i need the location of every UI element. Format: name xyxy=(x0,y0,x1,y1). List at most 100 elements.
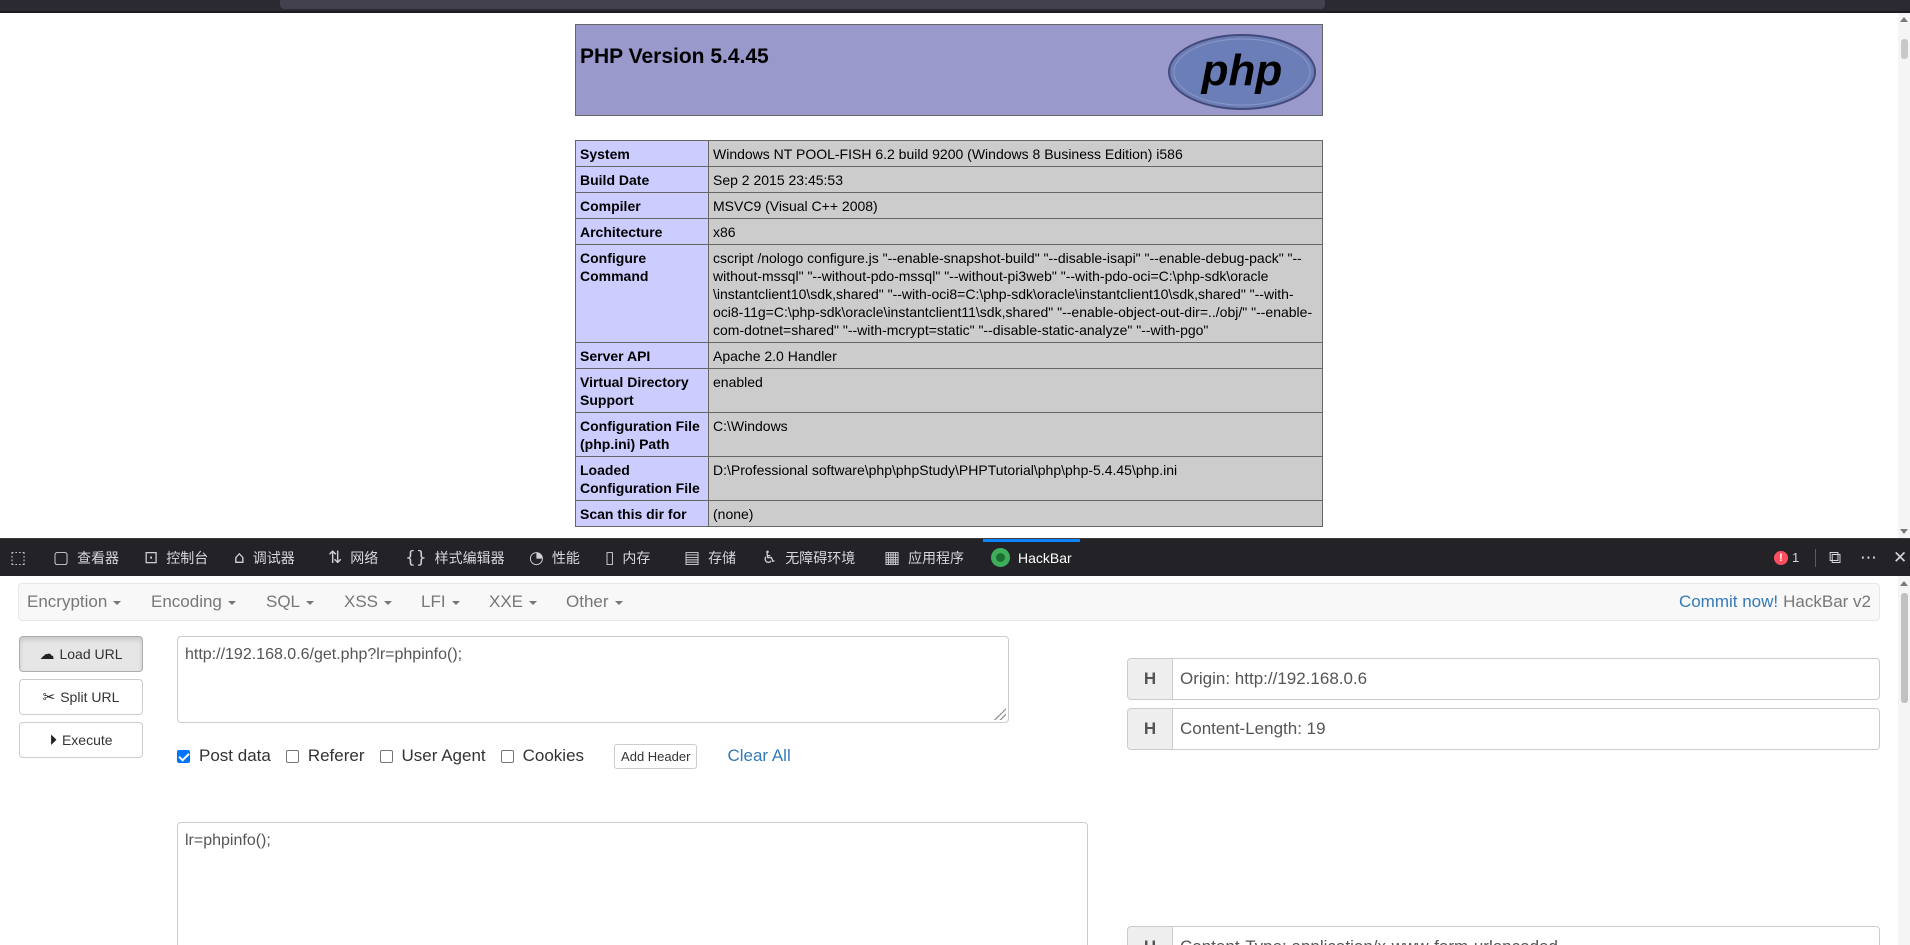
execute-button[interactable]: ⏵ Execute xyxy=(19,722,143,758)
commit-area: Commit now! HackBar v2 xyxy=(1679,584,1871,620)
info-label: Compiler xyxy=(575,192,709,219)
php-logo: php xyxy=(1168,34,1316,110)
scroll-up-arrow[interactable] xyxy=(1900,17,1908,22)
memory-icon: ▯ xyxy=(605,547,615,568)
tab-label: 样式编辑器 xyxy=(434,549,505,566)
split-url-button[interactable]: ✂ Split URL xyxy=(19,679,143,715)
post-data-option[interactable]: Post data xyxy=(177,746,271,766)
header-value-input[interactable]: Content-Length: 19 xyxy=(1172,708,1880,750)
post-data-checkbox[interactable] xyxy=(177,749,190,763)
tab-label: 内存 xyxy=(622,549,651,566)
tab-label: 存储 xyxy=(708,549,737,566)
commit-now-link[interactable]: Commit now! xyxy=(1679,592,1778,612)
menu-encryption[interactable]: Encryption xyxy=(27,584,122,620)
referer-checkbox[interactable] xyxy=(285,749,299,763)
info-value: Sep 2 2015 23:45:53 xyxy=(708,166,1323,193)
clear-all-link[interactable]: Clear All xyxy=(727,746,790,766)
close-icon[interactable]: ✕ xyxy=(1893,539,1907,576)
tab-performance[interactable]: ◔ 性能 xyxy=(529,539,580,576)
info-row: Build Date Sep 2 2015 23:45:53 xyxy=(575,166,1323,193)
menu-other[interactable]: Other xyxy=(566,584,623,620)
hackbar-version: HackBar v2 xyxy=(1783,592,1871,611)
header-toggle[interactable]: H xyxy=(1127,926,1172,945)
info-value: cscript /nologo configure.js "--enable-s… xyxy=(708,244,1323,343)
scroll-up-arrow[interactable] xyxy=(1900,581,1908,586)
info-row: Server API Apache 2.0 Handler xyxy=(575,342,1323,369)
info-label: Server API xyxy=(575,342,709,369)
info-value: MSVC9 (Visual C++ 2008) xyxy=(708,192,1323,219)
phpinfo-page: PHP Version 5.4.45 php System Windows NT … xyxy=(0,13,1898,538)
hackbar-panel: Encryption Encoding SQL XSS LFI XXE Othe… xyxy=(0,576,1910,945)
accessibility-icon: ♿ xyxy=(762,547,778,568)
caret-down-icon xyxy=(227,601,236,605)
tab-storage[interactable]: ▤ 存储 xyxy=(684,539,736,576)
user-agent-checkbox[interactable] xyxy=(379,749,393,763)
tab-label: 调试器 xyxy=(252,549,295,566)
info-label: Virtual Directory Support xyxy=(575,368,709,413)
more-options-icon[interactable]: ⋯ xyxy=(1860,539,1877,576)
info-value: x86 xyxy=(708,218,1323,245)
play-icon: ⏵ xyxy=(49,731,57,749)
header-value-input[interactable]: Origin: http://192.168.0.6 xyxy=(1172,658,1880,700)
hackbar-scrollbar[interactable] xyxy=(1898,576,1910,945)
application-icon: ▦ xyxy=(884,547,901,568)
page-scrollbar[interactable] xyxy=(1898,13,1910,538)
php-version-title: PHP Version 5.4.45 xyxy=(580,45,769,68)
tab-inspector[interactable]: ▢ 查看器 xyxy=(53,539,119,576)
tab-hackbar[interactable]: HackBar xyxy=(983,539,1080,576)
menu-xss[interactable]: XSS xyxy=(344,584,393,620)
user-agent-option[interactable]: User Agent xyxy=(379,746,486,766)
tab-console[interactable]: ⊡ 控制台 xyxy=(144,539,208,576)
tab-debugger[interactable]: ⌂ 调试器 xyxy=(234,539,295,576)
info-row: Architecture x86 xyxy=(575,218,1323,245)
tab-style-editor[interactable]: {} 样式编辑器 xyxy=(405,539,505,576)
cookies-checkbox[interactable] xyxy=(500,749,514,763)
header-toggle[interactable]: H xyxy=(1127,708,1172,750)
header-row-content-type: H Content-Type: application/x-www-form-u… xyxy=(1127,926,1880,945)
menu-encoding[interactable]: Encoding xyxy=(151,584,236,620)
devtools-toolbar: ⬚ ▢ 查看器 ⊡ 控制台 ⌂ 调试器 ⇅ 网络 {} 样式编辑器 ◔ 性能 ▯… xyxy=(0,538,1910,576)
tab-accessibility[interactable]: ♿ 无障碍环境 xyxy=(762,539,855,576)
caret-down-icon xyxy=(529,601,538,605)
tab-label: 应用程序 xyxy=(908,549,965,566)
post-data-input[interactable]: lr=phpinfo(); xyxy=(177,822,1088,945)
tab-label: 性能 xyxy=(551,549,580,566)
scroll-down-arrow[interactable] xyxy=(1900,529,1908,534)
info-row: System Windows NT POOL-FISH 6.2 build 920… xyxy=(575,140,1323,167)
header-value-input[interactable]: Content-Type: application/x-www-form-url… xyxy=(1172,926,1880,945)
tab-memory[interactable]: ▯ 内存 xyxy=(605,539,650,576)
info-value: Windows NT POOL-FISH 6.2 build 9200 (Win… xyxy=(708,140,1323,167)
scroll-thumb[interactable] xyxy=(1901,39,1908,59)
browser-tab-strip xyxy=(280,0,1325,9)
menu-xxe[interactable]: XXE xyxy=(489,584,538,620)
load-url-button[interactable]: ☁ Load URL xyxy=(19,636,143,672)
menu-sql[interactable]: SQL xyxy=(266,584,315,620)
info-value: enabled xyxy=(708,368,1323,413)
tab-label: 查看器 xyxy=(77,549,120,566)
info-label: Loaded Configuration File xyxy=(575,456,709,501)
caret-down-icon xyxy=(306,601,315,605)
info-row: Virtual Directory Support enabled xyxy=(575,368,1323,413)
tab-application[interactable]: ▦ 应用程序 xyxy=(884,539,964,576)
tab-label: 无障碍环境 xyxy=(785,549,856,566)
info-row: Loaded Configuration File D:\Professional… xyxy=(575,456,1323,501)
info-value: D:\Professional software\php\phpStudy\PH… xyxy=(708,456,1323,501)
network-icon: ⇅ xyxy=(328,547,343,568)
header-toggle[interactable]: H xyxy=(1127,658,1172,700)
referer-option[interactable]: Referer xyxy=(285,746,365,766)
php-info-table: System Windows NT POOL-FISH 6.2 build 920… xyxy=(575,140,1323,527)
element-picker-icon[interactable]: ⬚ xyxy=(10,539,26,576)
info-row: Compiler MSVC9 (Visual C++ 2008) xyxy=(575,192,1323,219)
header-row-content-length: H Content-Length: 19 xyxy=(1127,708,1880,750)
tab-network[interactable]: ⇅ 网络 xyxy=(328,539,378,576)
add-header-button[interactable]: Add Header xyxy=(614,743,698,769)
error-count-badge[interactable]: ! 1 xyxy=(1774,539,1799,576)
url-input[interactable]: http://192.168.0.6/get.php?lr=phpinfo(); xyxy=(177,636,1009,723)
info-label: Architecture xyxy=(575,218,709,245)
menu-lfi[interactable]: LFI xyxy=(421,584,460,620)
responsive-design-icon[interactable]: ⧉ xyxy=(1829,539,1841,576)
cookies-option[interactable]: Cookies xyxy=(500,746,584,766)
resize-handle[interactable] xyxy=(994,708,1006,720)
error-count: 1 xyxy=(1792,550,1800,565)
scroll-thumb[interactable] xyxy=(1901,593,1908,703)
